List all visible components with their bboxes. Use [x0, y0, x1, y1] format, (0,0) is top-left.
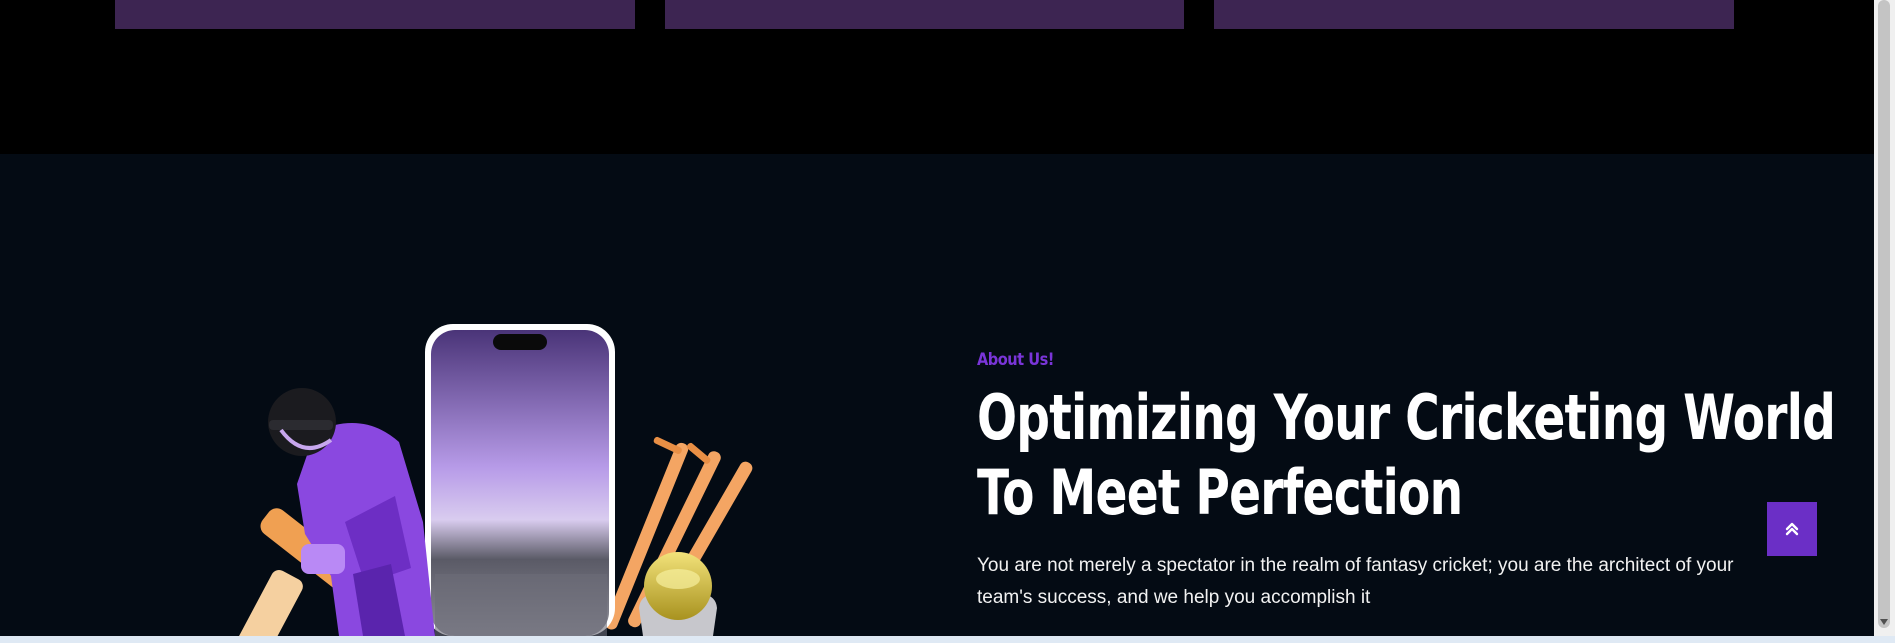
page-scrollbar[interactable]: [1874, 0, 1895, 636]
bottom-bar: [0, 636, 1895, 643]
section-eyebrow: About Us!: [977, 350, 1054, 370]
feature-card: [665, 0, 1184, 29]
section-heading: Optimizing Your Cricketing World To Meet…: [977, 380, 1836, 530]
scroll-down-arrow-icon[interactable]: [1878, 616, 1890, 628]
heading-line: To Meet Perfection: [977, 456, 1463, 529]
scrollbar-thumb[interactable]: [1878, 0, 1890, 628]
heading-line: Optimizing Your Cricketing World: [977, 381, 1836, 454]
about-text-block: About Us! Optimizing Your Cricketing Wor…: [977, 350, 1836, 614]
phone-graphic: [425, 324, 615, 636]
feature-card: [115, 0, 635, 29]
about-section: About Us! Optimizing Your Cricketing Wor…: [0, 154, 1874, 636]
batsman-graphic: [236, 388, 435, 636]
double-chevron-up-icon: [1785, 522, 1799, 536]
cricket-hero-illustration: [235, 324, 755, 636]
about-description: You are not merely a spectator in the re…: [977, 555, 1734, 608]
feature-card: [1214, 0, 1734, 29]
cards-section: [0, 0, 1874, 154]
trophy-graphic: [639, 552, 717, 636]
back-to-top-button[interactable]: [1767, 502, 1817, 556]
